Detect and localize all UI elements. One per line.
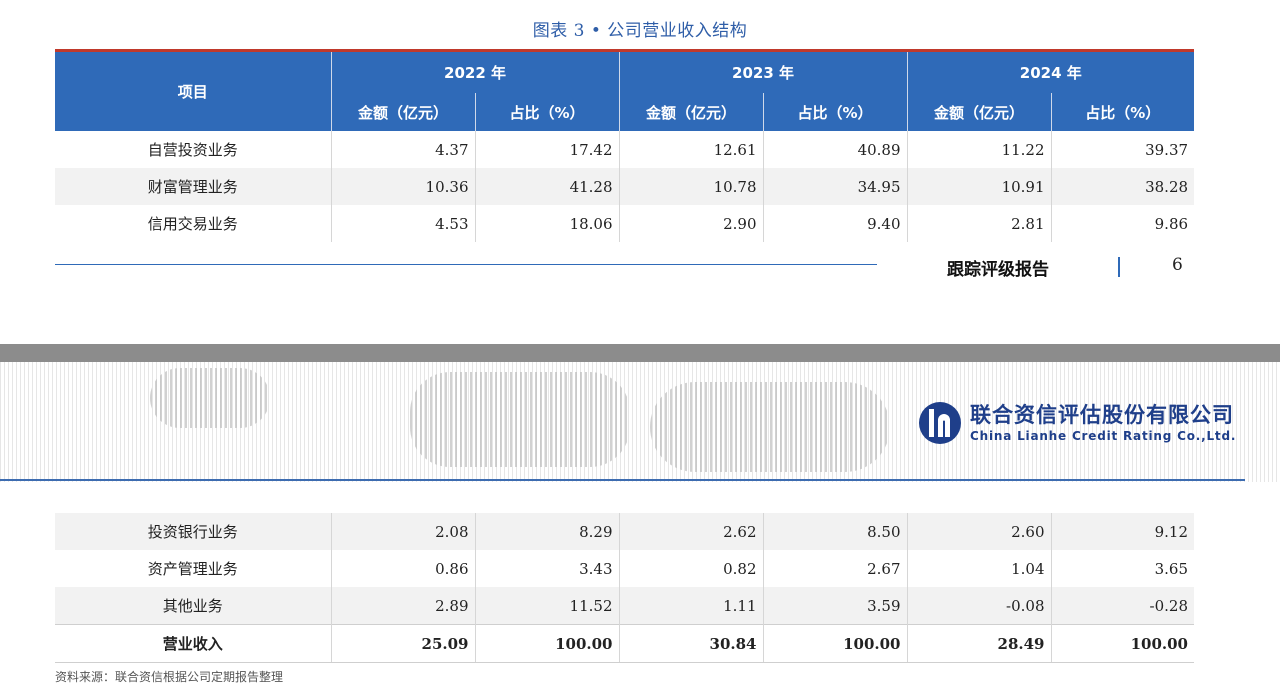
cell-value: 12.61 xyxy=(618,131,764,168)
cell-value: 9.40 xyxy=(762,205,908,242)
map-texture xyxy=(650,382,890,472)
year-header-2023: 2023 年 xyxy=(618,50,908,93)
year-header-2022: 2022 年 xyxy=(330,50,620,93)
cell-value: 2.90 xyxy=(618,205,764,242)
year-header-2024: 2024 年 xyxy=(906,50,1195,93)
cell-value: 100.00 xyxy=(474,624,619,663)
table-row: 信用交易业务 4.53 18.06 2.90 9.40 2.81 9.86 xyxy=(55,205,1195,242)
amount-header: 金额（亿元） xyxy=(618,93,764,131)
cell-value: 10.91 xyxy=(906,168,1052,205)
source-note: 资料来源：联合资信根据公司定期报告整理 xyxy=(55,670,284,684)
amount-header: 金额（亿元） xyxy=(906,93,1052,131)
cell-value: 3.43 xyxy=(474,550,619,587)
cell-value: 11.22 xyxy=(906,131,1052,168)
table-row: 投资银行业务 2.08 8.29 2.62 8.50 2.60 9.12 xyxy=(55,513,1194,550)
table-caption: 图表 3 • 公司营业收入结构 xyxy=(532,21,748,41)
cell-value: 17.42 xyxy=(474,131,620,168)
cell-value: 2.67 xyxy=(762,550,907,587)
cell-value: 18.06 xyxy=(474,205,620,242)
company-name-cn: 联合资信评估股份有限公司 xyxy=(970,403,1234,427)
lianhe-logo-icon xyxy=(919,402,961,444)
cell-value: 39.37 xyxy=(1050,131,1195,168)
page-number: 6 xyxy=(1172,255,1183,275)
row-label: 信用交易业务 xyxy=(147,215,238,233)
cell-value: 1.11 xyxy=(618,587,763,625)
cell-value: 41.28 xyxy=(474,168,620,205)
row-label: 资产管理业务 xyxy=(147,560,238,578)
cell-value: 0.82 xyxy=(618,550,763,587)
map-texture xyxy=(410,372,630,467)
cell-value: 2.62 xyxy=(618,513,763,550)
cell-value: 100.00 xyxy=(762,624,907,663)
amount-header: 金额（亿元） xyxy=(330,93,475,131)
share-header: 占比（%） xyxy=(1050,93,1195,131)
cell-value: 2.81 xyxy=(906,205,1052,242)
cell-value: 4.53 xyxy=(330,205,475,242)
cell-value: 0.86 xyxy=(330,550,475,587)
cell-value: 8.29 xyxy=(474,513,619,550)
cell-value: 30.84 xyxy=(618,624,763,663)
cell-value: 8.50 xyxy=(762,513,907,550)
row-label: 其他业务 xyxy=(55,587,331,625)
cell-value: 100.00 xyxy=(1050,624,1194,663)
page-break-band xyxy=(0,344,1280,362)
cell-value: 9.86 xyxy=(1050,205,1195,242)
cell-value: 28.49 xyxy=(906,624,1051,663)
table-row: 财富管理业务 10.36 41.28 10.78 34.95 10.91 38.… xyxy=(55,168,1195,205)
cell-value: 25.09 xyxy=(330,624,475,663)
cell-value: 9.12 xyxy=(1050,513,1194,550)
header-banner: 联合资信评估股份有限公司 China Lianhe Credit Rating … xyxy=(0,362,1280,482)
cell-value: 2.08 xyxy=(330,513,475,550)
page-separator xyxy=(1118,257,1120,277)
revenue-table-bottom: 投资银行业务 2.08 8.29 2.62 8.50 2.60 9.12 资产管… xyxy=(55,513,1194,663)
footer-divider xyxy=(55,264,877,265)
share-header: 占比（%） xyxy=(762,93,908,131)
table-row: 自营投资业务 4.37 17.42 12.61 40.89 11.22 39.3… xyxy=(55,131,1195,168)
table-row: 其他业务 2.89 11.52 1.11 3.59 -0.08 -0.28 xyxy=(55,587,1194,625)
row-label: 财富管理业务 xyxy=(55,168,331,205)
table-row: 资产管理业务 0.86 3.43 0.82 2.67 1.04 3.65 xyxy=(55,550,1194,587)
total-row: 营业收入 25.09 100.00 30.84 100.00 28.49 100… xyxy=(55,624,1194,663)
cell-value: 40.89 xyxy=(762,131,908,168)
cell-value: 34.95 xyxy=(762,168,908,205)
row-label: 营业收入 xyxy=(55,624,331,663)
map-texture xyxy=(150,368,270,428)
cell-value: 2.89 xyxy=(330,587,475,625)
banner-underline xyxy=(0,479,1245,481)
item-header: 项目 xyxy=(55,50,331,131)
cell-value: 4.37 xyxy=(330,131,475,168)
cell-value: 38.28 xyxy=(1050,168,1195,205)
cell-value: 10.78 xyxy=(618,168,764,205)
company-name-en: China Lianhe Credit Rating Co.,Ltd. xyxy=(970,429,1237,443)
cell-value: 11.52 xyxy=(474,587,619,625)
row-label: 自营投资业务 xyxy=(147,141,238,159)
cell-value: 2.60 xyxy=(906,513,1051,550)
report-label: 跟踪评级报告 xyxy=(947,260,1049,280)
row-label: 投资银行业务 xyxy=(55,513,331,550)
cell-value: 1.04 xyxy=(906,550,1051,587)
cell-value: -0.08 xyxy=(906,587,1051,625)
cell-value: -0.28 xyxy=(1050,587,1194,625)
cell-value: 3.65 xyxy=(1050,550,1194,587)
revenue-table-top: 项目 2022 年 2023 年 2024 年 金额（亿元） 占比（%） 金额（… xyxy=(55,49,1195,242)
share-header: 占比（%） xyxy=(474,93,620,131)
cell-value: 3.59 xyxy=(762,587,907,625)
cell-value: 10.36 xyxy=(330,168,475,205)
